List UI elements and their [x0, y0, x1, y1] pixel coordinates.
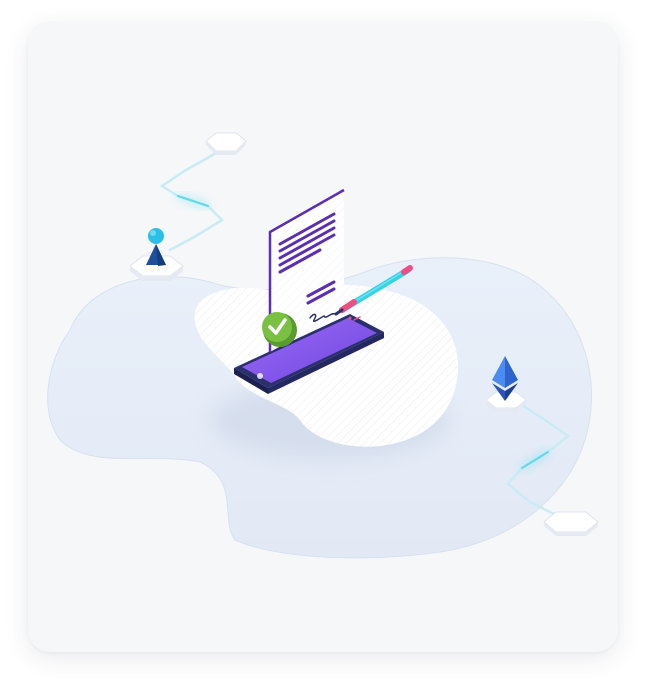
- user-node: [129, 228, 184, 281]
- hexagon-node-top: [205, 132, 247, 155]
- user-icon: [146, 228, 166, 266]
- document-signing-illustration: [47, 132, 599, 559]
- hexagon-node-bottom: [543, 511, 599, 536]
- connector-line-left: [159, 150, 225, 252]
